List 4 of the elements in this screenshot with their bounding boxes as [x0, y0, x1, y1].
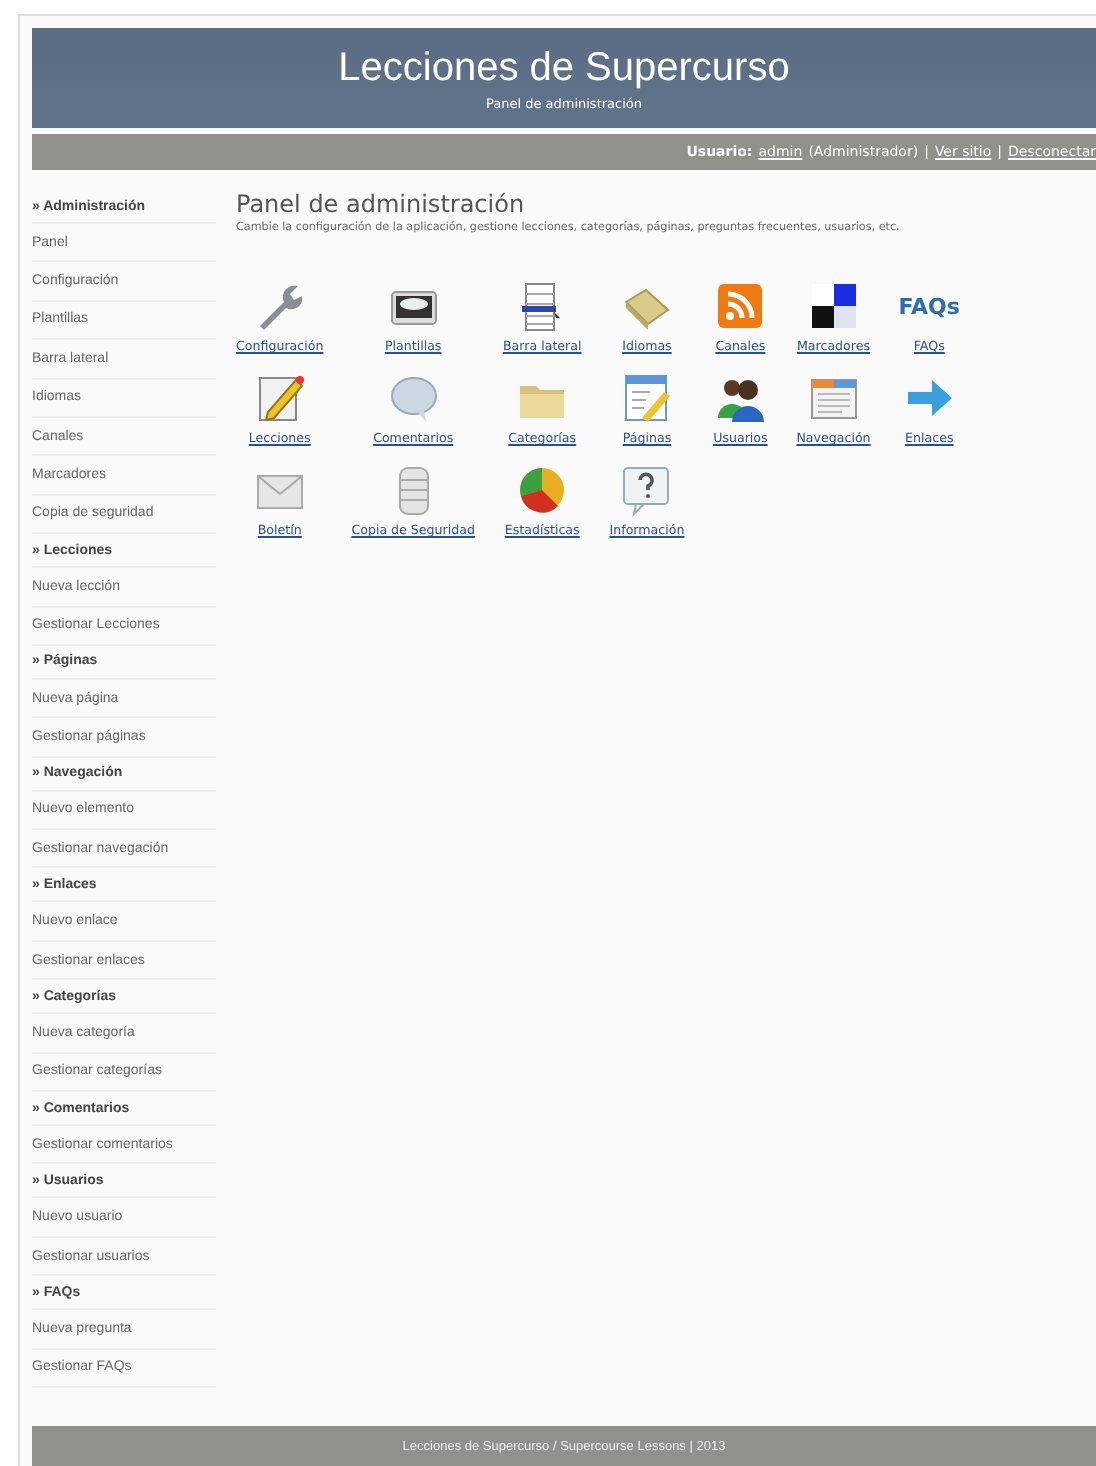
question-bubble-icon[interactable]: [618, 462, 675, 518]
site-title: Lecciones de Supercurso: [338, 44, 790, 92]
page-title: Panel de administración: [236, 190, 527, 218]
faqs-icon[interactable]: FAQs: [898, 278, 960, 334]
